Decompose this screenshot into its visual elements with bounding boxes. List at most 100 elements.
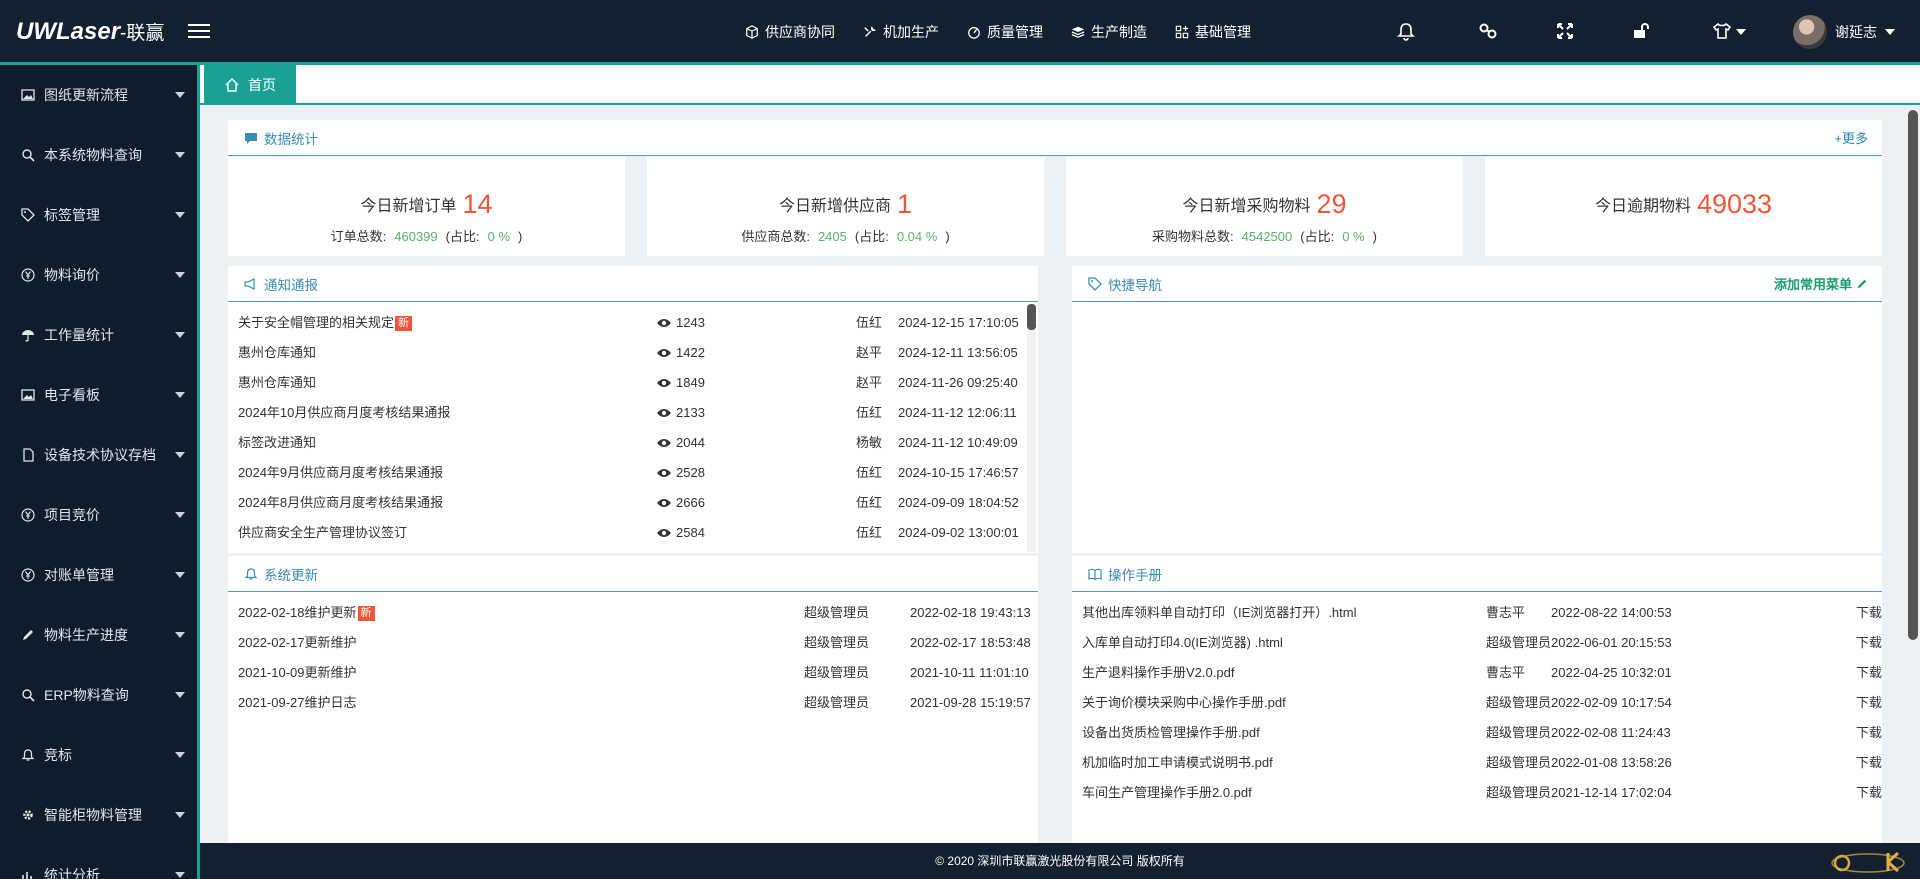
comment-icon xyxy=(245,132,257,144)
book-icon xyxy=(1088,568,1102,580)
sidebar-item-label-mgmt[interactable]: 标签管理 xyxy=(0,185,197,245)
manual-title[interactable]: 车间生产管理操作手册2.0.pdf xyxy=(1082,778,1252,808)
sidebar-item-workload[interactable]: 工作量统计 xyxy=(0,305,197,365)
nav-production[interactable]: 生产制造 xyxy=(1071,22,1147,42)
notice-row[interactable]: 供应商安全生产管理协议签订 2584 伍红 2024-09-02 13:00:0… xyxy=(238,518,1028,548)
update-title[interactable]: 2021-09-27维护日志 xyxy=(238,688,357,718)
sidebar-item-statements[interactable]: 对账单管理 xyxy=(0,545,197,605)
nav-machining[interactable]: 机加生产 xyxy=(863,22,939,42)
manual-row[interactable]: 机加临时加工申请模式说明书.pdf 超级管理员 2022-01-08 13:58… xyxy=(1082,748,1882,778)
unlock-icon[interactable] xyxy=(1631,21,1651,41)
bell-icon[interactable] xyxy=(1396,21,1416,41)
update-title[interactable]: 2021-10-09更新维护 xyxy=(238,658,357,688)
stat-card-new-suppliers: 今日新增供应商 1 供应商总数: 2405 (占比: 0.04 %) xyxy=(647,157,1044,256)
scrollbar-thumb[interactable] xyxy=(1027,304,1036,330)
pencil-icon xyxy=(1857,279,1867,288)
manual-title[interactable]: 关于询价模块采购中心操作手册.pdf xyxy=(1082,688,1286,718)
image-icon xyxy=(20,387,36,403)
notice-title[interactable]: 供应商安全生产管理协议签订 xyxy=(238,518,407,548)
notice-row[interactable]: 关于安全帽管理的相关规定新 1243 伍红 2024-12-15 17:10:0… xyxy=(238,308,1028,338)
download-link[interactable]: 下载 xyxy=(1856,598,1882,628)
fullscreen-icon[interactable] xyxy=(1555,21,1575,41)
sidebar-item-e-board[interactable]: 电子看板 xyxy=(0,365,197,425)
notices-scrollbar[interactable] xyxy=(1027,304,1036,552)
update-title[interactable]: 2022-02-17更新维护 xyxy=(238,628,357,658)
sidebar-item-project-bid[interactable]: 项目竞价 xyxy=(0,485,197,545)
stat-card-new-purchase-materials: 今日新增采购物料 29 采购物料总数: 4542500 (占比: 0 %) xyxy=(1066,157,1463,256)
grid-plus-icon xyxy=(1175,25,1189,39)
notice-title[interactable]: 惠州仓库通知 xyxy=(238,368,316,398)
download-link[interactable]: 下载 xyxy=(1856,718,1882,748)
umbrella-icon xyxy=(20,327,36,343)
notice-row[interactable]: 惠州仓库通知 1422 赵平 2024-12-11 13:56:05 xyxy=(238,338,1028,368)
download-link[interactable]: 下载 xyxy=(1856,778,1882,808)
sidebar-item-material-query[interactable]: 本系统物料查询 xyxy=(0,125,197,185)
download-link[interactable]: 下载 xyxy=(1856,748,1882,778)
stat-value: 14 xyxy=(462,189,493,219)
notice-title[interactable]: 2024年9月供应商月度考核结果通报 xyxy=(238,458,443,488)
add-menu-button[interactable]: 添加常用菜单 xyxy=(1774,274,1868,293)
quick-nav-header: 快捷导航 添加常用菜单 xyxy=(1072,266,1882,302)
update-row[interactable]: 2022-02-18维护更新新 超级管理员 2022-02-18 19:43:1… xyxy=(238,598,1031,628)
download-link[interactable]: 下载 xyxy=(1856,688,1882,718)
sidebar-item-tech-agreement[interactable]: 设备技术协议存档 xyxy=(0,425,197,485)
manual-title[interactable]: 机加临时加工申请模式说明书.pdf xyxy=(1082,748,1273,778)
sidebar-item-inquiry[interactable]: 物料询价 xyxy=(0,245,197,305)
logo-cn-text: -联赢 xyxy=(120,23,165,44)
manual-title[interactable]: 生产退料操作手册V2.0.pdf xyxy=(1082,658,1234,688)
update-title[interactable]: 2022-02-18维护更新 xyxy=(238,605,357,620)
update-row[interactable]: 2021-10-09更新维护 超级管理员 2021-10-11 11:01:10 xyxy=(238,658,1029,688)
more-link[interactable]: +更多 xyxy=(1834,128,1868,147)
sidebar-item-statistics[interactable]: 统计分析 xyxy=(0,845,197,879)
notice-row[interactable]: 2024年8月供应商月度考核结果通报 2666 伍红 2024-09-09 18… xyxy=(238,488,1028,518)
file-icon xyxy=(20,447,36,463)
eye-icon xyxy=(657,319,671,327)
manual-title[interactable]: 其他出库领料单自动打印（IE浏览器打开）.html xyxy=(1082,598,1356,628)
user-menu[interactable]: 谢延志 xyxy=(1793,15,1895,49)
download-link[interactable]: 下载 xyxy=(1856,658,1882,688)
download-link[interactable]: 下载 xyxy=(1856,628,1882,658)
update-row[interactable]: 2022-02-17更新维护 超级管理员 2022-02-17 18:53:48 xyxy=(238,628,1031,658)
bell-icon xyxy=(20,747,36,763)
notice-row[interactable]: 2024年9月供应商月度考核结果通报 2528 伍红 2024-10-15 17… xyxy=(238,458,1028,488)
bell-icon xyxy=(244,567,258,580)
sidebar-item-erp-query[interactable]: ERP物料查询 xyxy=(0,665,197,725)
nav-supplier-collab[interactable]: 供应商协同 xyxy=(745,22,835,42)
manual-row[interactable]: 设备出货质检管理操作手册.pdf 超级管理员 2022-02-08 11:24:… xyxy=(1082,718,1882,748)
tab-home[interactable]: 首页 xyxy=(204,65,296,105)
notice-row[interactable]: 惠州仓库通知 1849 赵平 2024-11-26 09:25:40 xyxy=(238,368,1028,398)
app-logo[interactable]: UWLaser-联赢 xyxy=(16,18,164,46)
page-scrollbar[interactable] xyxy=(1908,110,1918,640)
manual-row[interactable]: 车间生产管理操作手册2.0.pdf 超级管理员 2021-12-14 17:02… xyxy=(1082,778,1882,808)
notice-title[interactable]: 关于安全帽管理的相关规定 xyxy=(238,315,394,330)
manual-row[interactable]: 关于询价模块采购中心操作手册.pdf 超级管理员 2022-02-09 10:1… xyxy=(1082,688,1882,718)
sidebar-item-smart-cabinet[interactable]: 智能柜物料管理 xyxy=(0,785,197,845)
notice-row[interactable]: 2024年10月供应商月度考核结果通报 2133 伍红 2024-11-12 1… xyxy=(238,398,1028,428)
link-icon[interactable] xyxy=(1478,21,1498,41)
notice-row[interactable]: 标签改进通知 2044 杨敏 2024-11-12 10:49:09 xyxy=(238,428,1028,458)
update-row[interactable]: 2021-09-27维护日志 超级管理员 2021-09-28 15:19:57 xyxy=(238,688,1031,718)
eye-icon xyxy=(657,499,671,507)
manual-row[interactable]: 入库单自动打印4.0(IE浏览器) .html 超级管理员 2022-06-01… xyxy=(1082,628,1882,658)
menu-toggle-icon[interactable] xyxy=(188,24,210,40)
notice-title[interactable]: 2024年8月供应商月度考核结果通报 xyxy=(238,488,443,518)
sidebar-item-drawing-update[interactable]: 图纸更新流程 xyxy=(0,65,197,125)
chevron-down-icon xyxy=(1885,29,1895,35)
notice-title[interactable]: 2024年10月供应商月度考核结果通报 xyxy=(238,398,450,428)
manual-row[interactable]: 其他出库领料单自动打印（IE浏览器打开）.html 曹志平 2022-08-22… xyxy=(1082,598,1882,628)
nav-basic-mgmt[interactable]: 基础管理 xyxy=(1175,22,1251,42)
manual-title[interactable]: 入库单自动打印4.0(IE浏览器) .html xyxy=(1082,628,1283,658)
notice-title[interactable]: 标签改进通知 xyxy=(238,428,316,458)
chevron-down-icon xyxy=(1736,29,1746,35)
notices-panel: 通知通报 关于安全帽管理的相关规定新 1243 伍红 2024-12-15 17… xyxy=(228,266,1038,553)
top-bar: UWLaser-联赢 供应商协同 机加生产 质量管理 生产制造 基础管理 谢延志 xyxy=(0,0,1920,62)
copyright-text: © 2020 深圳市联赢激光股份有限公司 版权所有 xyxy=(935,854,1185,868)
nav-quality[interactable]: 质量管理 xyxy=(967,22,1043,42)
search-icon xyxy=(20,687,36,703)
sidebar-item-production-progress[interactable]: 物料生产进度 xyxy=(0,605,197,665)
manual-row[interactable]: 生产退料操作手册V2.0.pdf 曹志平 2022-04-25 10:32:01… xyxy=(1082,658,1882,688)
sidebar-item-bidding[interactable]: 竞标 xyxy=(0,725,197,785)
theme-shirt-icon[interactable] xyxy=(1712,21,1748,41)
manual-title[interactable]: 设备出货质检管理操作手册.pdf xyxy=(1082,718,1260,748)
notice-title[interactable]: 惠州仓库通知 xyxy=(238,338,316,368)
